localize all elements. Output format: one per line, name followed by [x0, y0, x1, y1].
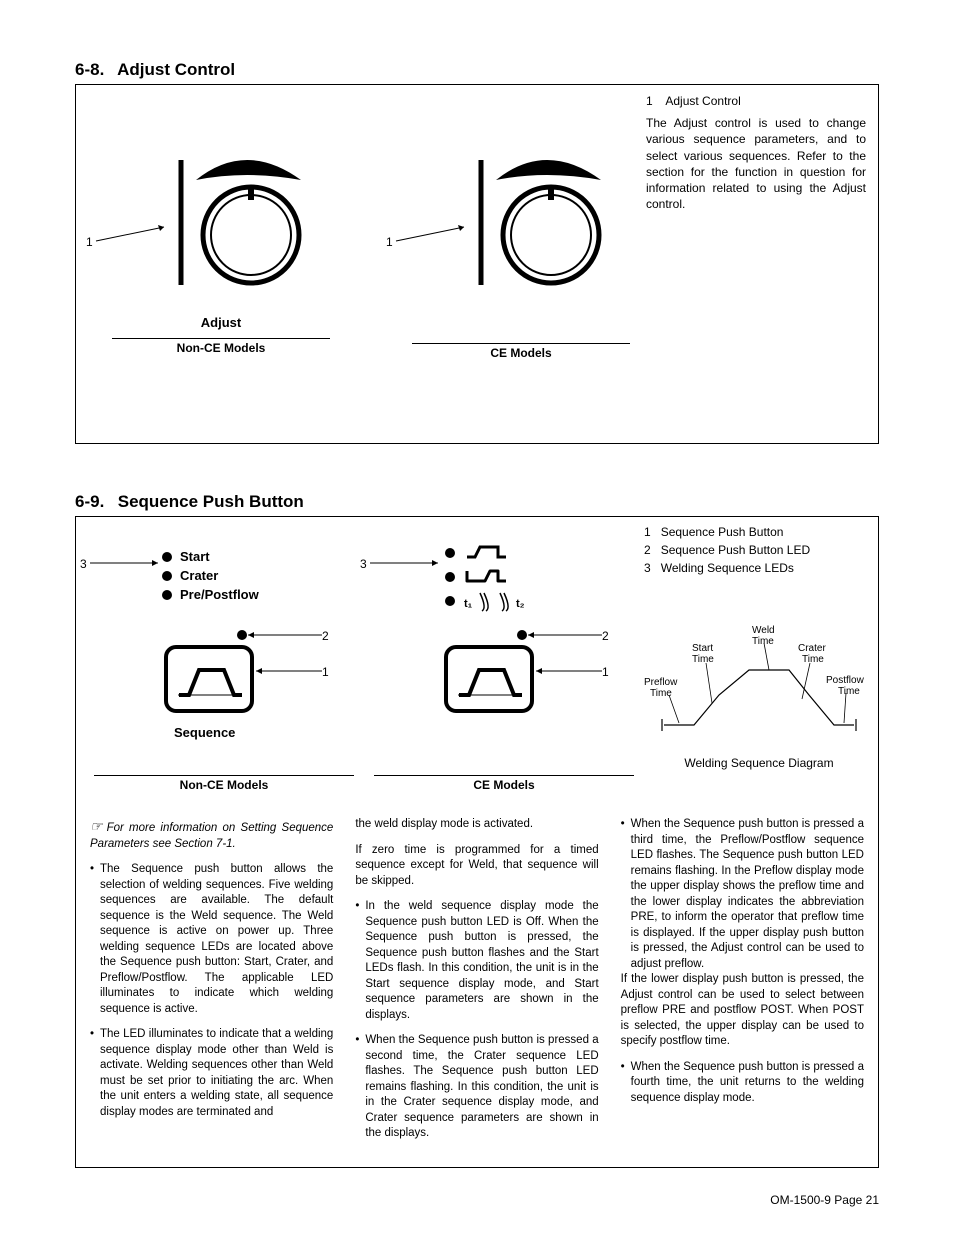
fig68-item-text: Adjust Control — [665, 94, 740, 108]
body-columns: ☞For more information on Setting Sequenc… — [90, 817, 864, 1155]
seq-ce-label: CE Models — [374, 775, 634, 792]
dial-area: Adjust Non-CE Models 1 C — [86, 105, 646, 405]
svg-text:t₂: t₂ — [516, 598, 525, 610]
led-crater: Crater — [162, 568, 259, 583]
leader-ce — [394, 205, 474, 255]
para-9: When the Sequence push button is pressed… — [621, 1060, 864, 1107]
section-6-9-heading: 6-9. Sequence Push Button — [75, 492, 879, 512]
section-6-9-title: Sequence Push Button — [118, 492, 304, 511]
svg-text:WeldTime: WeldTime — [752, 625, 775, 647]
led-prepost: Pre/Postflow — [162, 587, 259, 602]
adjust-label: Adjust — [96, 315, 346, 330]
nonce-label: Non-CE Models — [96, 341, 346, 355]
svg-text:CraterTime: CraterTime — [798, 643, 826, 665]
para-4: If zero time is programmed for a timed s… — [355, 843, 598, 890]
para-6: When the Sequence push button is pressed… — [355, 1033, 598, 1142]
page-footer: OM-1500-9 Page 21 — [770, 1193, 879, 1207]
para-8: If the lower display push button is pres… — [621, 972, 864, 1050]
svg-text:PostflowTime: PostflowTime — [826, 675, 864, 697]
section-6-8-heading: 6-8. Adjust Control — [75, 60, 879, 80]
sequence-label: Sequence — [174, 725, 235, 740]
nonce-hr — [112, 338, 330, 339]
leader-nc-2 — [246, 631, 324, 641]
fig68-right-text: 1 Adjust Control The Adjust control is u… — [646, 93, 866, 212]
leader-nc-3 — [88, 555, 168, 575]
note: ☞For more information on Setting Sequenc… — [90, 817, 333, 852]
callout-ce-1: 1 — [386, 235, 393, 249]
welding-sequence-diagram: PreflowTime StartTime WeldTime CraterTim… — [644, 615, 874, 770]
para-1: The Sequence push button allows the sele… — [90, 862, 333, 1017]
seq-button-ce — [444, 645, 534, 715]
seq-right: 1 Sequence Push Button 2 Sequence Push B… — [644, 525, 874, 770]
ce-led-icons: t₁ t₂ — [442, 543, 562, 623]
para-3: the weld display mode is activated. — [355, 817, 598, 833]
seq-button-nonce — [164, 645, 254, 715]
callout-nonce-1: 1 — [86, 235, 93, 249]
seq-top: Start Crater Pre/Postflow Sequence 3 2 1 — [84, 525, 870, 797]
svg-text:StartTime: StartTime — [692, 643, 714, 665]
leader-ce-1 — [534, 665, 604, 675]
para-2: The LED illuminates to indicate that a w… — [90, 1027, 333, 1120]
seq-nonce-label: Non-CE Models — [94, 775, 354, 792]
led-start: Start — [162, 549, 259, 564]
call-nc-3: 3 — [80, 557, 87, 571]
section-6-8-number: 6-8. — [75, 60, 113, 80]
leader-nonce — [94, 205, 174, 255]
ce-hr — [412, 343, 630, 344]
weld-caption: Welding Sequence Diagram — [644, 756, 874, 770]
figure-6-8-box: Adjust Non-CE Models 1 C — [75, 84, 879, 444]
para-7: When the Sequence push button is pressed… — [621, 817, 864, 972]
call-ce-3: 3 — [360, 557, 367, 571]
figure-6-9-box: Start Crater Pre/Postflow Sequence 3 2 1 — [75, 516, 879, 1168]
fig68-item-num: 1 — [646, 94, 653, 108]
section-6-9-number: 6-9. — [75, 492, 113, 512]
section-6-8-title: Adjust Control — [117, 60, 235, 79]
svg-text:PreflowTime: PreflowTime — [644, 677, 678, 699]
leader-ce-3 — [368, 555, 448, 575]
leader-nc-1 — [254, 665, 324, 675]
leader-ce-2 — [526, 631, 604, 641]
ce-label: CE Models — [396, 346, 646, 360]
fig68-para: The Adjust control is used to change var… — [646, 115, 866, 212]
svg-text:t₁: t₁ — [464, 598, 473, 610]
para-5: In the weld sequence display mode the Se… — [355, 899, 598, 1023]
note-icon: ☞ — [90, 818, 103, 834]
